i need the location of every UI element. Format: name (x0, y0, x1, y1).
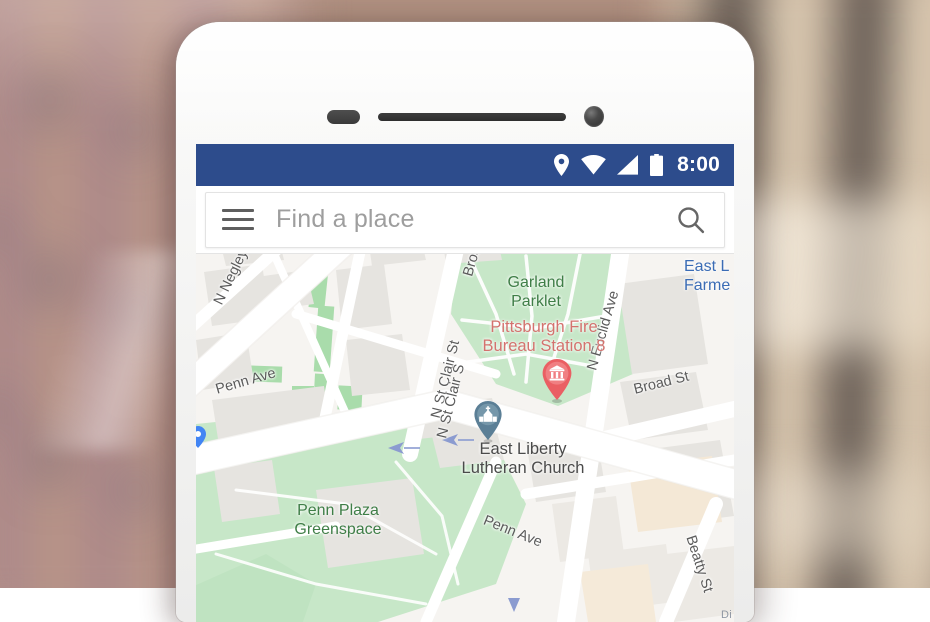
device-gloss (176, 22, 754, 152)
wifi-icon (581, 155, 606, 175)
cellular-signal-icon (617, 155, 639, 175)
phone-screen: 8:00 Find a place (196, 144, 734, 622)
search-icon[interactable] (672, 205, 706, 235)
earpiece-speaker-icon (378, 113, 566, 121)
smartphone-device: 8:00 Find a place (176, 22, 754, 622)
hamburger-menu-icon[interactable] (222, 209, 254, 230)
search-bar[interactable]: Find a place (205, 192, 725, 248)
status-bar: 8:00 (196, 144, 734, 186)
device-hardware-row (176, 106, 754, 127)
search-input[interactable]: Find a place (276, 205, 672, 234)
map-view[interactable]: N Negley Ave Penn Ave Broa N St Clair St… (196, 254, 734, 622)
proximity-sensor-icon (327, 110, 360, 124)
map-canvas (196, 254, 734, 622)
battery-icon (650, 154, 663, 176)
edge-place-marker[interactable] (196, 426, 206, 453)
fire-station-marker[interactable] (540, 358, 574, 409)
church-marker[interactable] (472, 400, 504, 449)
location-icon (553, 154, 570, 176)
search-bar-container: Find a place (196, 186, 734, 254)
map-attribution: Di (721, 609, 732, 621)
status-bar-clock: 8:00 (677, 153, 720, 177)
front-camera-icon (584, 106, 604, 127)
